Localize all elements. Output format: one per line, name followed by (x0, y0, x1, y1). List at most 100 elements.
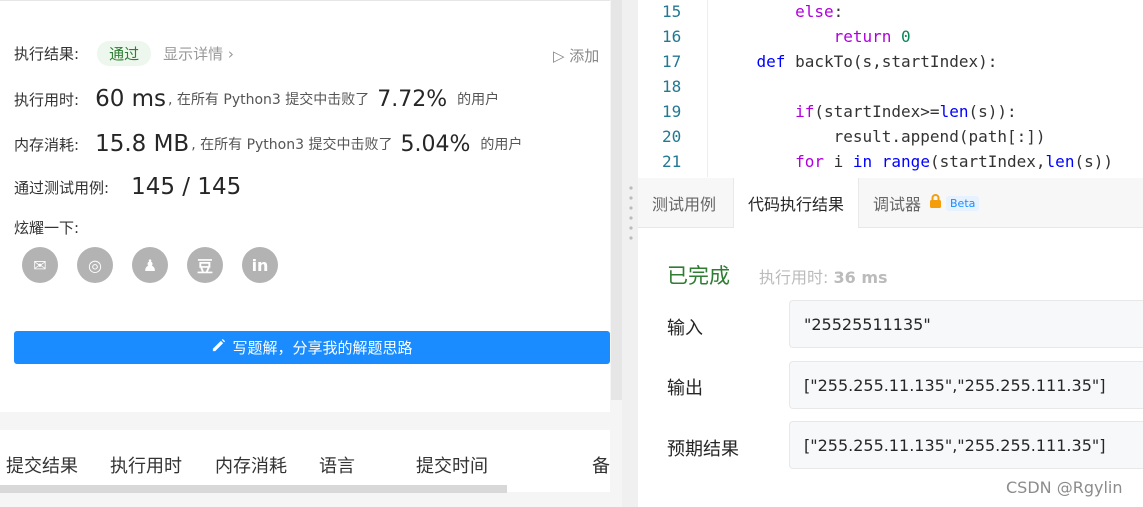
tab-run-result[interactable]: 代码执行结果 (733, 178, 860, 228)
run-time-label: 执行用时: (759, 268, 829, 287)
code-line: else: (718, 2, 843, 21)
runtime-value: 60 ms (95, 86, 167, 112)
share-icons: ✉ ◎ ♟ 豆 in (22, 247, 278, 283)
code-token: if (795, 102, 815, 121)
code-token: (s)) (1074, 152, 1113, 171)
editor-panel: 15 16 17 18 19 20 21 else: return 0 def backTo… (638, 0, 1143, 507)
linkedin-icon[interactable]: in (242, 247, 278, 283)
run-time: 执行用时: 36 ms (759, 264, 888, 288)
code-token: def (756, 52, 786, 71)
code-token: 0 (901, 27, 911, 46)
tab-debugger-label: 调试器 (873, 195, 922, 214)
code-line: for i in range(startIndex,len(s)) (718, 152, 1113, 171)
tab-testcase[interactable]: 测试用例 (638, 178, 730, 228)
code-token: range (881, 152, 930, 171)
tests-label: 通过测试用例: (14, 178, 110, 197)
code-token: i (823, 152, 853, 171)
tab-run-result-label: 代码执行结果 (748, 195, 845, 214)
panel-resize-handle[interactable] (624, 180, 638, 250)
result-label: 执行结果: (14, 45, 80, 63)
col-runtime[interactable]: 执行用时 (110, 452, 182, 478)
memory-value: 15.8 MB (95, 131, 190, 157)
code-token: len (1045, 152, 1075, 171)
expected-label: 预期结果 (667, 439, 739, 460)
show-details-link[interactable]: 显示详情 › (163, 43, 234, 64)
share-label: 炫耀一下: (14, 219, 80, 237)
runtime-desc: , 在所有 Python3 提交中击败了 (168, 92, 370, 108)
result-row: 执行结果: 通过 显示详情 › (14, 41, 234, 66)
qq-icon[interactable]: ♟ (132, 247, 168, 283)
code-token: len (939, 102, 969, 121)
console-tabs: 测试用例 代码执行结果 调试器 Beta (638, 178, 1143, 228)
col-status[interactable]: 提交结果 (6, 452, 78, 478)
line-number: 19 (662, 102, 682, 121)
output-value: ["255.255.11.135","255.255.111.35"] (789, 361, 1143, 409)
line-number: 21 (662, 152, 682, 171)
code-token: (startIndex, (929, 152, 1046, 171)
lock-icon (929, 193, 942, 213)
output-label: 输出 (667, 378, 703, 399)
submission-panel: 执行结果: 通过 显示详情 › ▷ 添加 执行用时: 60 ms , 在所有 P… (0, 0, 622, 507)
runtime-label: 执行用时: (14, 90, 80, 109)
code-token: for (795, 152, 824, 171)
write-solution-label: 写题解，分享我的解题思路 (232, 339, 413, 357)
tests-row: 通过测试用例: 145 / 145 (14, 174, 241, 200)
submissions-table-header: 提交结果 执行用时 内存消耗 语言 提交时间 备 (0, 430, 610, 492)
watermark: CSDN @Rgylin (1006, 478, 1123, 497)
run-status: 已完成 (667, 264, 730, 288)
memory-row: 内存消耗: 15.8 MB , 在所有 Python3 提交中击败了 5.04%… (14, 131, 522, 157)
left-scrollbar[interactable] (611, 0, 622, 400)
add-note-button[interactable]: ▷ 添加 (553, 45, 599, 66)
col-language[interactable]: 语言 (319, 452, 355, 478)
memory-percentile: 5.04% (400, 131, 471, 157)
col-notes[interactable]: 备 (592, 452, 610, 478)
expected-value: ["255.255.11.135","255.255.111.35"] (789, 421, 1143, 469)
runtime-tail: 的用户 (457, 92, 500, 108)
line-number: 17 (662, 52, 682, 71)
beta-badge: Beta (946, 195, 980, 211)
line-number: 15 (662, 2, 682, 21)
input-value: "25525511135" (789, 300, 1143, 348)
tests-value: 145 / 145 (131, 174, 242, 200)
code-line: result.append(path[:]) (718, 127, 1046, 146)
tab-debugger[interactable]: 调试器 Beta (859, 178, 993, 228)
code-token: (startIndex>= (814, 102, 940, 121)
run-time-value: 36 ms (833, 268, 888, 287)
code-token: backTo(s,startIndex): (785, 52, 998, 71)
line-gutter: 15 16 17 18 19 20 21 (638, 0, 708, 177)
status-badge: 通过 (97, 41, 152, 66)
memory-tail: 的用户 (480, 137, 523, 153)
code-token: in (852, 152, 873, 171)
col-memory[interactable]: 内存消耗 (215, 452, 287, 478)
input-label: 输入 (667, 318, 703, 339)
code-line: def backTo(s,startIndex): (718, 52, 998, 71)
runtime-row: 执行用时: 60 ms , 在所有 Python3 提交中击败了 7.72% 的… (14, 86, 499, 112)
code-token: : (833, 2, 844, 21)
weibo-icon[interactable]: ◎ (77, 247, 113, 283)
runtime-percentile: 7.72% (377, 86, 448, 112)
code-line: return 0 (718, 27, 911, 46)
wechat-icon[interactable]: ✉ (22, 247, 58, 283)
douban-icon[interactable]: 豆 (187, 247, 223, 283)
line-number: 16 (662, 27, 682, 46)
result-card: 执行结果: 通过 显示详情 › ▷ 添加 执行用时: 60 ms , 在所有 P… (0, 0, 610, 412)
code-token: else (795, 2, 834, 21)
line-number: 18 (662, 77, 682, 96)
tab-testcase-label: 测试用例 (652, 195, 717, 214)
code-line: if(startIndex>=len(s)): (718, 102, 1017, 121)
line-number: 20 (662, 127, 682, 146)
table-horizontal-scrollbar[interactable] (0, 485, 507, 493)
memory-label: 内存消耗: (14, 135, 80, 154)
write-solution-button[interactable]: 写题解，分享我的解题思路 (14, 331, 610, 364)
pencil-icon (211, 338, 226, 357)
col-submit-time[interactable]: 提交时间 (416, 452, 488, 478)
code-token: result.append(path[:]) (718, 127, 1046, 146)
code-editor[interactable]: 15 16 17 18 19 20 21 else: return 0 def backTo… (638, 0, 1143, 177)
